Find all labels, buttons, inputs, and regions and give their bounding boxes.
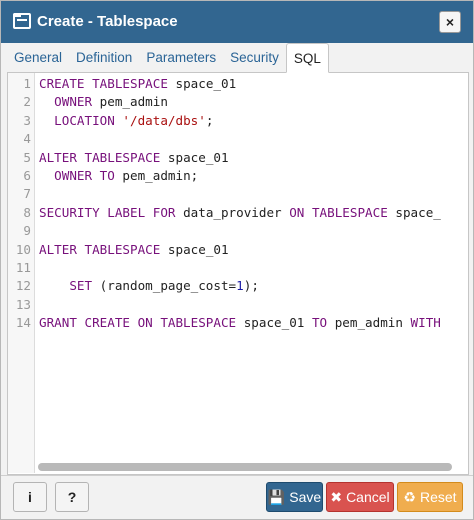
sql-keyword: ON TABLESPACE [289, 204, 388, 220]
sql-string: '/data/dbs' [122, 112, 206, 128]
code-text: GRANT CREATE ON TABLESPACE space_01 TO p… [39, 314, 441, 332]
code-line: 9 [8, 222, 468, 240]
scrollbar-thumb[interactable] [38, 463, 452, 471]
sql-text: ); [243, 278, 259, 294]
sql-text: data_provider [175, 204, 290, 220]
folder-icon [13, 13, 31, 29]
sql-text: space_01 [160, 149, 229, 165]
sql-text: space_ [387, 204, 441, 220]
horizontal-scrollbar[interactable] [36, 463, 466, 471]
code-text: OWNER pem_admin [39, 93, 168, 111]
save-button[interactable]: 💾 Save [266, 482, 323, 512]
line-number: 10 [15, 241, 31, 257]
line-number: 5 [23, 149, 31, 165]
tab-security[interactable]: Security [223, 42, 286, 72]
cancel-label: Cancel [346, 489, 390, 505]
code-line: 1 CREATE TABLESPACE space_01 [8, 75, 468, 93]
close-button[interactable]: × [439, 11, 461, 33]
recycle-icon: ♻ [403, 489, 416, 505]
dialog-footer: i ? 💾 Save ✖ Cancel ♻ Reset [1, 475, 473, 519]
tab-sql[interactable]: SQL [285, 43, 329, 73]
code-text: ALTER TABLESPACE space_01 [39, 241, 229, 259]
sql-keyword: WITH [410, 315, 441, 331]
code-line: 10 ALTER TABLESPACE space_01 [8, 241, 468, 259]
line-number: 7 [23, 186, 31, 202]
line-number: 3 [23, 112, 31, 128]
sql-keyword: OWNER TO [39, 168, 115, 183]
tab-definition[interactable]: Definition [69, 42, 139, 72]
tab-bar: General Definition Parameters Security S… [7, 43, 469, 73]
code-line: 12 SET (random_page_cost=1); [8, 277, 468, 295]
help-button[interactable]: ? [55, 482, 89, 512]
code-line: 8 SECURITY LABEL FOR data_provider ON TAB… [8, 204, 468, 222]
line-number: 13 [15, 296, 31, 312]
sql-editor[interactable]: 1 CREATE TABLESPACE space_01 2 OWNER pem_a… [7, 73, 469, 475]
sql-text: space_01 [167, 76, 237, 91]
sql-text: (random_page_cost= [92, 278, 237, 294]
code-line: 4 [8, 130, 468, 148]
code-text: CREATE TABLESPACE space_01 [39, 75, 236, 93]
sql-number: 1 [236, 278, 244, 294]
code-text: LOCATION '/data/dbs'; [39, 112, 213, 130]
line-number: 11 [15, 260, 31, 275]
line-number: 2 [23, 94, 31, 110]
line-number: 6 [23, 168, 31, 183]
code-line: 14 GRANT CREATE ON TABLESPACE space_01 TO… [8, 314, 468, 332]
save-icon: 💾 [267, 489, 286, 505]
create-tablespace-dialog: Create - Tablespace × General Definition… [0, 0, 474, 520]
sql-keyword: CREATE TABLESPACE [39, 76, 168, 91]
sql-text: pem_admin [92, 94, 168, 110]
code-line: 7 [8, 185, 468, 203]
line-number: 14 [15, 315, 31, 331]
reset-button[interactable]: ♻ Reset [397, 482, 463, 512]
code-line: 11 [8, 259, 468, 277]
code-line: 5 ALTER TABLESPACE space_01 [8, 149, 468, 167]
dialog-title: Create - Tablespace [37, 13, 178, 30]
sql-text: ; [205, 112, 214, 128]
sql-text: pem_admin [327, 315, 411, 331]
code-line: 2 OWNER pem_admin [8, 93, 468, 111]
line-number: 1 [23, 76, 31, 91]
sql-text: space_01 [236, 315, 312, 331]
info-button[interactable]: i [13, 482, 47, 512]
sql-keyword: SECURITY LABEL FOR [39, 204, 176, 220]
line-number: 4 [23, 131, 31, 147]
title-bar[interactable]: Create - Tablespace × [1, 1, 473, 43]
sql-keyword: SET [39, 278, 93, 294]
sql-keyword: GRANT CREATE ON TABLESPACE [39, 315, 237, 331]
sql-keyword: OWNER [39, 94, 93, 110]
code-line: 6 OWNER TO pem_admin; [8, 167, 468, 185]
tab-general[interactable]: General [7, 42, 69, 72]
sql-keyword: ALTER TABLESPACE [39, 149, 161, 165]
sql-text: pem_admin; [114, 168, 199, 183]
line-number: 12 [15, 278, 31, 294]
code-text: SET (random_page_cost=1); [39, 277, 259, 295]
line-number: 8 [23, 204, 31, 220]
code-text: OWNER TO pem_admin; [39, 167, 198, 185]
close-icon: ✖ [330, 489, 343, 505]
tab-parameters[interactable]: Parameters [139, 42, 223, 72]
sql-text: space_01 [160, 241, 229, 257]
sql-keyword: LOCATION [39, 112, 115, 128]
code-line: 3 LOCATION '/data/dbs'; [8, 112, 468, 130]
code-text: ALTER TABLESPACE space_01 [39, 149, 229, 167]
save-label: Save [289, 489, 322, 505]
code-text: SECURITY LABEL FOR data_provider ON TABL… [39, 204, 441, 222]
sql-keyword: ALTER TABLESPACE [39, 241, 161, 257]
reset-label: Reset [419, 489, 457, 505]
line-number: 9 [23, 223, 31, 239]
code-line: 13 [8, 296, 468, 314]
cancel-button[interactable]: ✖ Cancel [326, 482, 394, 512]
sql-keyword: TO [311, 315, 328, 331]
